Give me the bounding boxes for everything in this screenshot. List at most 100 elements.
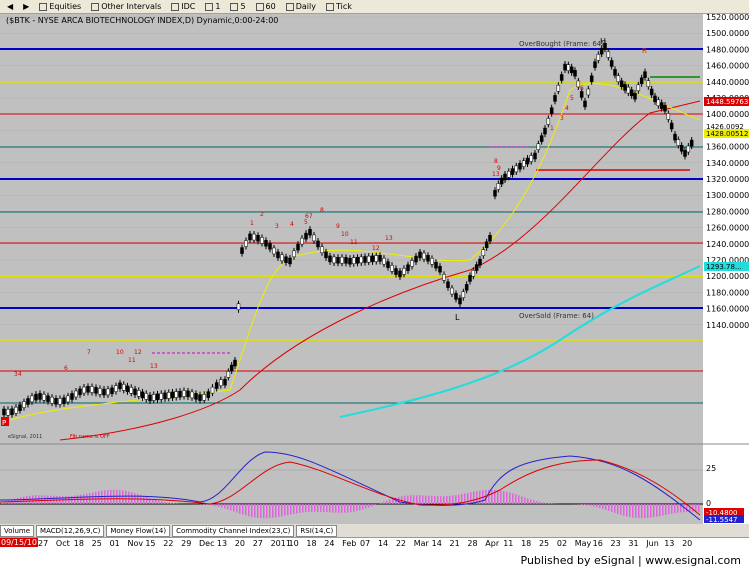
price-bar-body (186, 390, 190, 398)
macd-histogram-bar (248, 504, 250, 517)
idc-button[interactable]: IDC (168, 1, 198, 13)
price-bar-body (518, 163, 522, 170)
setup-count: 11 (350, 239, 358, 246)
other-intervals-menu[interactable]: Other Intervals (88, 1, 164, 13)
macd-histogram-bar (671, 504, 673, 514)
macd-histogram-bar (326, 504, 328, 513)
price-axis-label: 1460.0000 (706, 62, 749, 71)
nav-forward-button[interactable]: ▶ (20, 1, 32, 13)
daily-label: Daily (295, 2, 316, 11)
nav-back-button[interactable]: ◀ (4, 1, 16, 13)
macd-histogram-bar (527, 498, 529, 504)
date-axis-label: 22 (395, 539, 407, 548)
price-bar-body (226, 371, 231, 378)
setup-count: 6 (580, 85, 584, 92)
price-bar-body (30, 395, 34, 403)
macd-histogram-bar (440, 496, 442, 504)
macd-histogram-bar (257, 504, 259, 518)
macd-histogram-bar (692, 504, 694, 512)
tab-volume[interactable]: Volume (0, 524, 35, 537)
setup-count: 3 (275, 223, 279, 230)
price-chart[interactable]: ($BTK - NYSE ARCA BIOTECHNOLOGY INDEX,D)… (0, 14, 749, 524)
price-bar-body (566, 64, 571, 71)
macd-histogram-bar (110, 489, 112, 504)
price-bar-body (163, 392, 167, 400)
macd-histogram-bar (524, 497, 526, 504)
interval-1-button[interactable]: 1 (202, 1, 223, 13)
tab-macd[interactable]: MACD(12,26,9,C) (36, 524, 105, 537)
macd-histogram-bar (539, 501, 541, 504)
price-bar-body (34, 393, 38, 401)
footer-text: Published by eSignal | www.esignal.com (520, 554, 741, 567)
price-bar-body (264, 239, 268, 247)
price-bar-body (629, 89, 634, 97)
price-bar-body (563, 63, 567, 71)
price-bar-body (474, 264, 479, 271)
price-bar-body (155, 393, 160, 401)
p-marker: P (2, 419, 6, 427)
tab-rsi[interactable]: RSI(14,C) (296, 524, 338, 537)
price-axis-label: 1260.0000 (706, 224, 749, 233)
price-bar-body (110, 387, 114, 395)
interval-60-button[interactable]: 60 (253, 1, 279, 13)
macd-histogram-bar (347, 504, 349, 513)
indicator-tag-blue: -11.5547 (706, 516, 737, 524)
price-bar-body (418, 251, 422, 259)
price-bar-body (54, 398, 58, 405)
tab-cci[interactable]: Commodity Channel Index(23,C) (172, 524, 295, 537)
date-axis-label: 20 (682, 539, 693, 548)
price-bar-body (636, 84, 641, 92)
price-bar-body (461, 291, 466, 298)
macd-histogram-bar (386, 500, 388, 504)
indicator-pane (0, 445, 703, 524)
interval-5-button[interactable]: 5 (227, 1, 248, 13)
interval-1-label: 1 (215, 2, 221, 11)
tick-icon (325, 2, 334, 11)
price-bar-body (167, 392, 171, 399)
setup-count: 5 (570, 95, 574, 102)
macd-histogram-bar (584, 504, 586, 505)
price-bar-body (152, 394, 156, 401)
macd-histogram-bar (44, 495, 46, 504)
setup-count: 11 (128, 357, 136, 364)
tick-button[interactable]: Tick (323, 1, 355, 13)
macd-histogram-bar (389, 499, 391, 504)
macd-histogram-bar (353, 504, 355, 512)
price-bar-body (178, 390, 182, 398)
indicator-tabs: Volume MACD(12,26,9,C) Money Flow(14) Co… (0, 524, 749, 537)
macd-histogram-bar (491, 489, 493, 504)
price-bar-body (202, 394, 206, 401)
macd-histogram-bar (653, 504, 655, 518)
price-axis-label: 1160.0000 (706, 305, 749, 314)
price-bar-body (659, 102, 664, 109)
date-axis-label: 22 (163, 539, 174, 548)
macd-histogram-bar (677, 504, 679, 513)
macd-histogram-bar (497, 490, 499, 504)
tag-cyan: 1293.78... (706, 263, 742, 271)
price-bar-body (50, 396, 54, 404)
macd-histogram-bar (89, 493, 91, 504)
price-bar-body (669, 122, 674, 130)
setup-count: 67 (305, 213, 313, 220)
price-bar-body (348, 257, 352, 265)
macd-histogram-bar (425, 495, 427, 504)
price-bar-body (288, 257, 292, 265)
equities-menu[interactable]: Equities (36, 1, 84, 13)
price-bar-body (522, 160, 526, 167)
price-bar-body (233, 359, 237, 367)
daily-button[interactable]: Daily (283, 1, 319, 13)
macd-histogram-bar (128, 491, 130, 504)
date-axis-label: 14 (431, 539, 442, 548)
price-bar-body (82, 386, 86, 394)
macd-histogram-bar (698, 504, 700, 512)
date-axis-label: 01 (109, 539, 120, 548)
price-bar-body (583, 100, 587, 108)
setup-count: 34 (14, 371, 22, 378)
tab-money-flow[interactable]: Money Flow(14) (106, 524, 171, 537)
equities-label: Equities (49, 2, 82, 11)
price-bar-body (300, 237, 304, 245)
date-axis-label: Nov (127, 539, 144, 548)
macd-histogram-bar (146, 497, 148, 504)
price-bar-body (304, 232, 308, 240)
macd-histogram-bar (638, 504, 640, 519)
